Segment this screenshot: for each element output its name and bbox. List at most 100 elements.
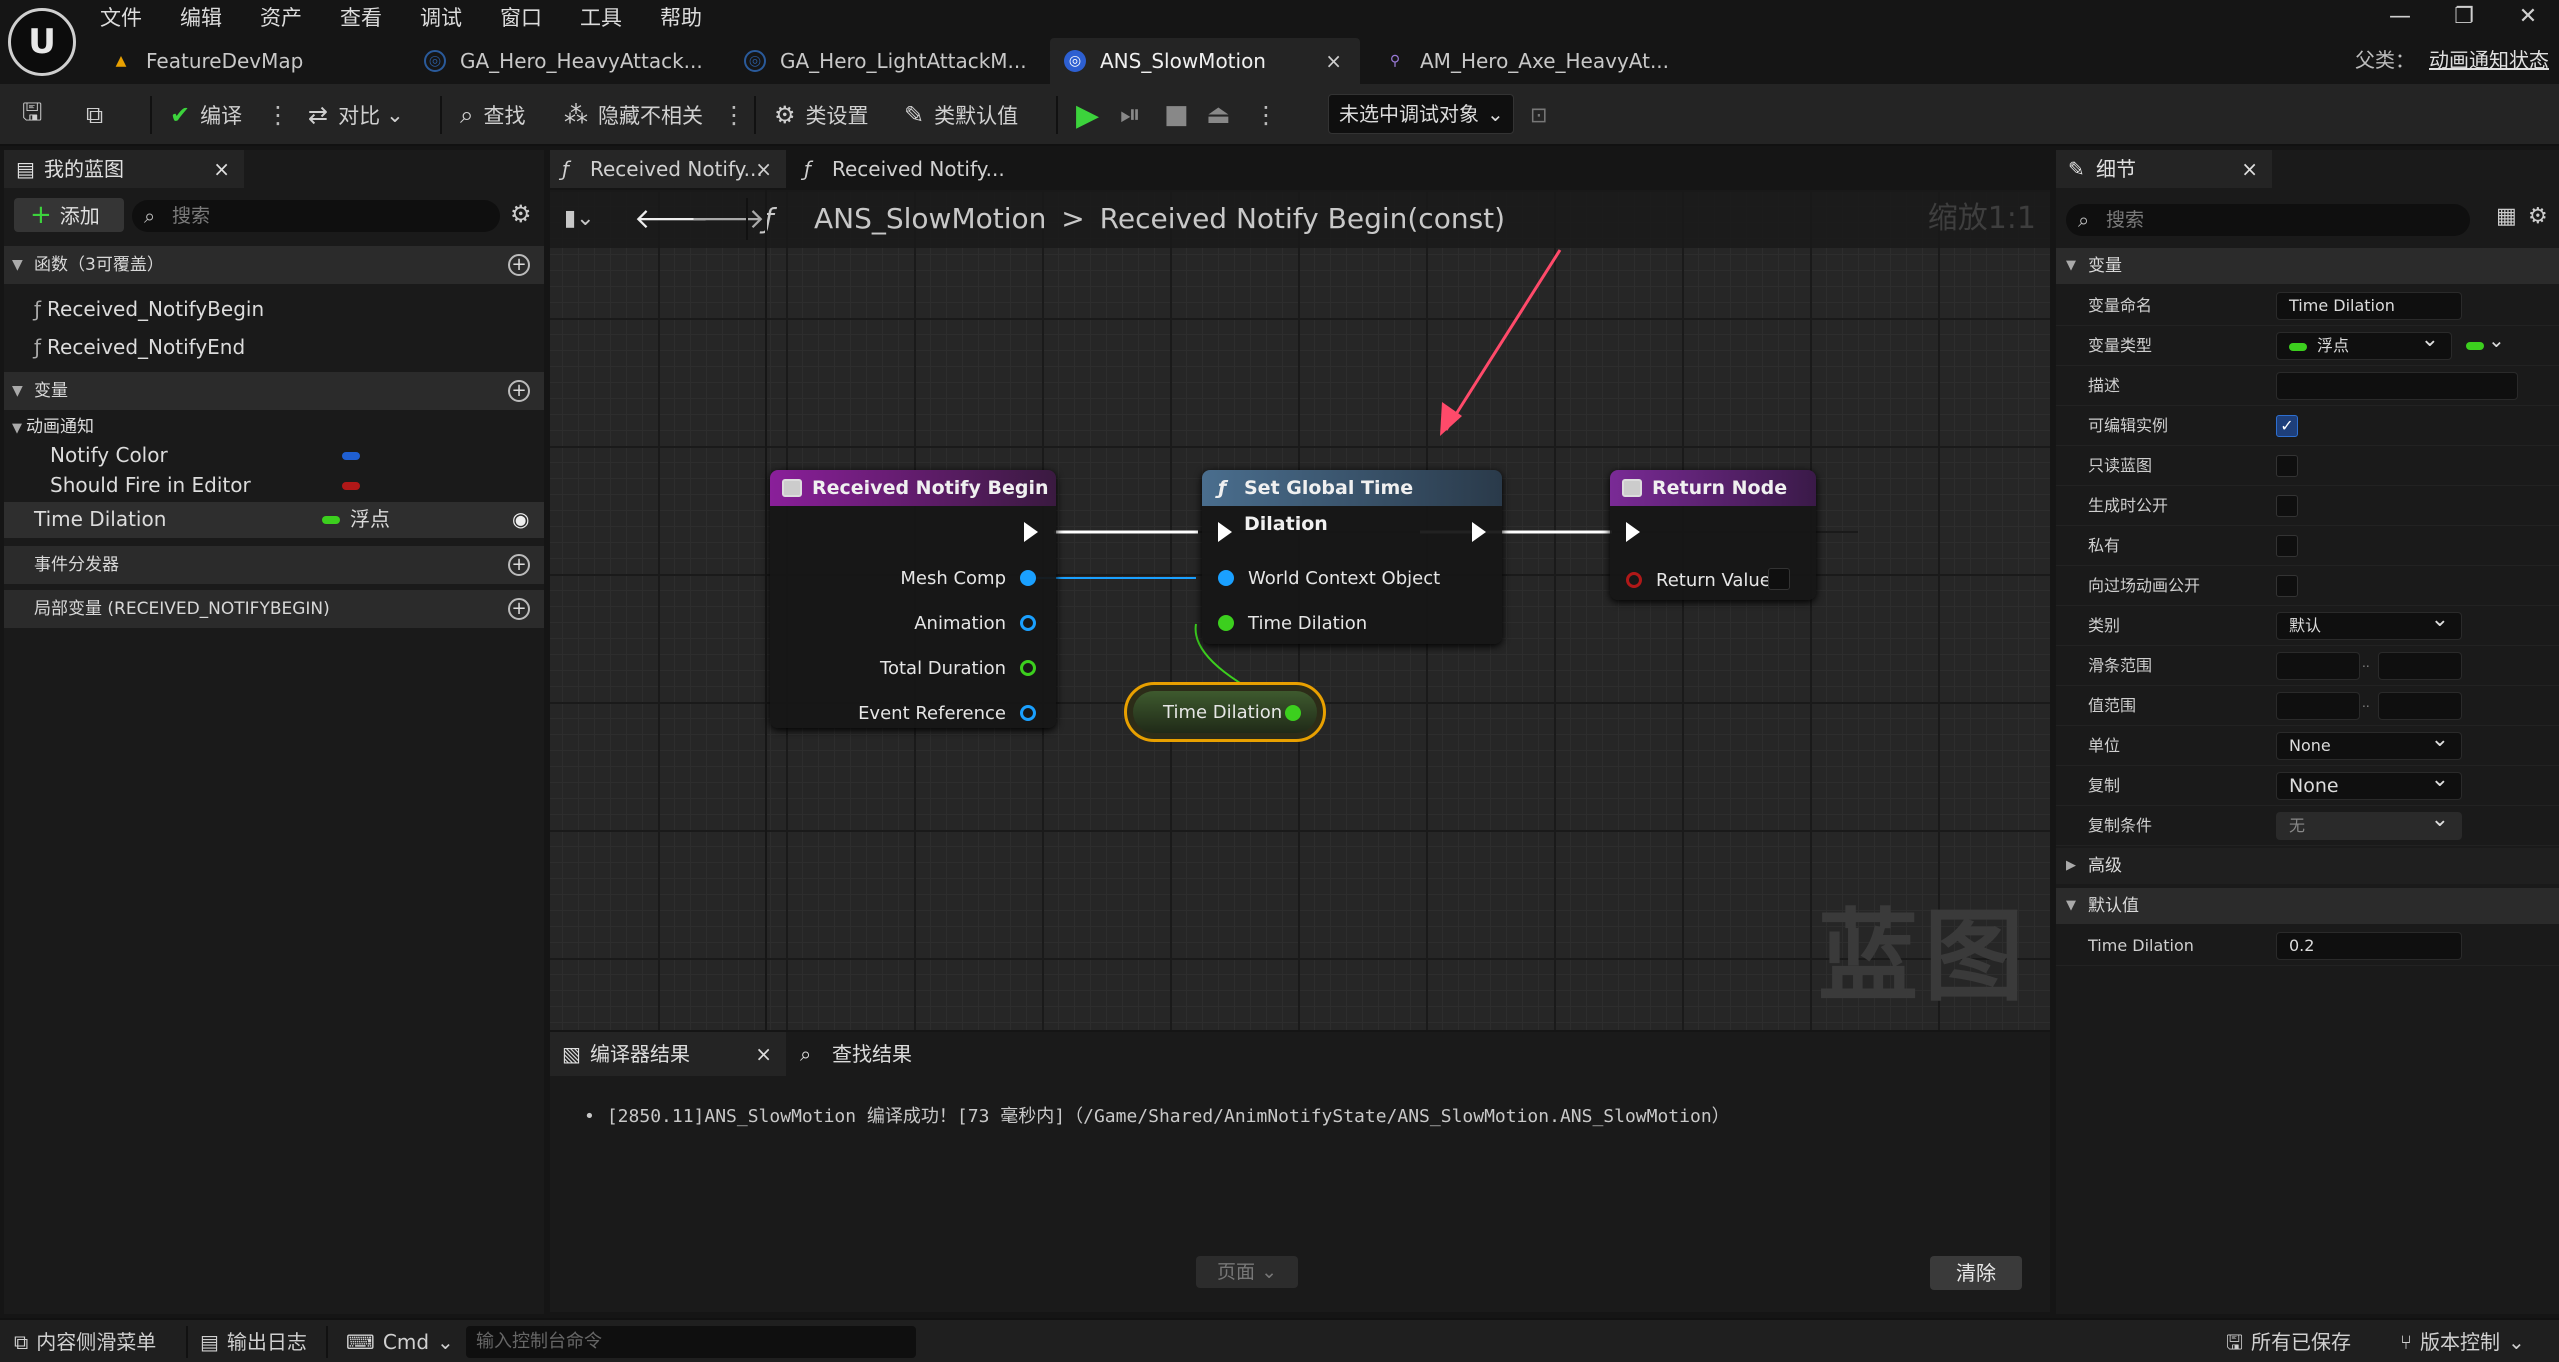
float-pin[interactable] bbox=[1020, 660, 1036, 676]
expose-on-spawn-checkbox[interactable] bbox=[2276, 495, 2298, 517]
clear-button[interactable]: 清除 bbox=[1930, 1256, 2022, 1290]
stop-icon[interactable]: ■ bbox=[1164, 96, 1189, 134]
blueprint-readonly-checkbox[interactable] bbox=[2276, 455, 2298, 477]
replication-condition-dropdown[interactable]: 无 bbox=[2276, 807, 2462, 840]
private-checkbox[interactable] bbox=[2276, 535, 2298, 557]
compile-button[interactable]: ✔ 编译 bbox=[170, 96, 242, 134]
close-tab-icon[interactable]: × bbox=[755, 150, 772, 188]
tab-ga-hero-heavyattack[interactable]: ◎ GA_Hero_HeavyAttack... bbox=[410, 38, 717, 84]
section-variable[interactable]: ▼ 变量 bbox=[2056, 248, 2559, 284]
variable-item-time-dilation[interactable]: Time Dilation 浮点 ◉ bbox=[4, 502, 544, 538]
close-tab-icon[interactable]: × bbox=[1325, 49, 1342, 73]
page-dropdown[interactable]: 页面 ⌄ bbox=[1196, 1256, 1298, 1288]
node-get-time-dilation[interactable]: Time Dilation bbox=[1124, 682, 1326, 742]
variable-type-dropdown[interactable]: 浮点 bbox=[2276, 327, 2452, 360]
slider-range-min[interactable] bbox=[2276, 652, 2360, 680]
float-pin[interactable] bbox=[1218, 615, 1234, 631]
cmd-dropdown[interactable]: ⌨ Cmd ⌄ bbox=[346, 1320, 454, 1362]
diff-button[interactable]: ⇄ 对比 ⌄ bbox=[308, 96, 404, 134]
gear-icon[interactable]: ⚙ bbox=[2528, 204, 2548, 229]
find-button[interactable]: ⌕ 查找 bbox=[460, 96, 525, 134]
minimize-icon[interactable]: — bbox=[2380, 2, 2420, 32]
close-tab-icon[interactable]: × bbox=[213, 150, 230, 188]
return-value-checkbox[interactable] bbox=[1768, 568, 1790, 590]
menu-window[interactable]: 窗口 bbox=[500, 0, 542, 34]
debug-target-dropdown[interactable]: 未选中调试对象 ⌄ bbox=[1328, 94, 1514, 134]
step-icon[interactable]: ⏯ bbox=[1120, 96, 1141, 134]
play-icon[interactable]: ▶ bbox=[1076, 96, 1099, 134]
compile-options-icon[interactable]: ⋮ bbox=[266, 96, 290, 134]
tab-ans-slowmotion[interactable]: ◎ ANS_SlowMotion × bbox=[1050, 38, 1360, 84]
menu-tools[interactable]: 工具 bbox=[580, 0, 622, 34]
restore-icon[interactable]: ❐ bbox=[2444, 2, 2484, 32]
instance-editable-checkbox[interactable]: ✓ bbox=[2276, 415, 2298, 437]
variable-item[interactable]: Notify Color bbox=[50, 440, 168, 470]
tab-am-hero-axe[interactable]: ⚲ AM_Hero_Axe_HeavyAt... bbox=[1370, 38, 1683, 84]
exec-in-pin[interactable] bbox=[1218, 522, 1232, 542]
section-event-dispatchers[interactable]: 事件分发器 + bbox=[4, 546, 544, 584]
float-pin[interactable] bbox=[1285, 705, 1301, 721]
node-return[interactable]: Return Node Return Value bbox=[1610, 470, 1816, 600]
units-dropdown[interactable]: None bbox=[2276, 727, 2462, 760]
exec-in-pin[interactable] bbox=[1626, 522, 1640, 542]
search-input[interactable]: ⌕ 搜索 bbox=[132, 200, 500, 232]
close-tab-icon[interactable]: × bbox=[2241, 150, 2258, 188]
section-default-value[interactable]: ▼ 默认值 bbox=[2056, 888, 2559, 924]
node-received-notify-begin[interactable]: Received Notify Begin Mesh Comp Animatio… bbox=[770, 470, 1056, 728]
tab-details[interactable]: ✎ 细节 × bbox=[2056, 150, 2272, 188]
category-dropdown[interactable]: 默认 bbox=[2276, 607, 2462, 640]
browse-button[interactable]: ⧉ bbox=[86, 96, 113, 134]
description-field[interactable] bbox=[2276, 372, 2518, 400]
content-drawer-button[interactable]: ⧉ 内容侧滑菜单 bbox=[14, 1320, 156, 1362]
gear-icon[interactable]: ⚙ bbox=[510, 200, 532, 228]
table-view-icon[interactable]: ▦ bbox=[2496, 204, 2517, 229]
bool-pin[interactable] bbox=[1626, 572, 1642, 588]
unreal-logo-icon[interactable]: U bbox=[8, 8, 76, 76]
hide-unrelated-button[interactable]: ⁂ 隐藏不相关 bbox=[564, 96, 703, 134]
struct-pin[interactable] bbox=[1020, 705, 1036, 721]
console-command-input[interactable]: 输入控制台命令 bbox=[466, 1326, 916, 1358]
section-functions[interactable]: ▼ 函数（3可覆盖） + bbox=[4, 246, 544, 284]
close-window-icon[interactable]: ✕ bbox=[2508, 2, 2548, 32]
source-control-button[interactable]: ⑂ 版本控制 ⌄ bbox=[2400, 1320, 2525, 1362]
tab-received-notify-begin[interactable]: ƒ Received Notify... × bbox=[550, 150, 786, 188]
slider-range-max[interactable] bbox=[2378, 652, 2462, 680]
object-pin[interactable] bbox=[1020, 570, 1036, 586]
default-value-field[interactable]: 0.2 bbox=[2276, 932, 2462, 960]
node-set-global-time-dilation[interactable]: ƒ Set Global Time Dilation World Context … bbox=[1202, 470, 1502, 644]
menu-edit[interactable]: 编辑 bbox=[180, 0, 222, 34]
object-pin[interactable] bbox=[1020, 615, 1036, 631]
menu-debug[interactable]: 调试 bbox=[420, 0, 462, 34]
parent-class-link[interactable]: 动画通知状态 bbox=[2429, 48, 2549, 72]
save-button[interactable]: 🖫 bbox=[22, 96, 52, 134]
class-settings-button[interactable]: ⚙ 类设置 bbox=[774, 96, 869, 134]
section-local-variables[interactable]: 局部变量 (RECEIVED_NOTIFYBEGIN) + bbox=[4, 590, 544, 628]
output-log-button[interactable]: ▤ 输出日志 bbox=[200, 1320, 307, 1362]
variable-item[interactable]: Should Fire in Editor bbox=[50, 470, 251, 500]
menu-file[interactable]: 文件 bbox=[100, 0, 142, 34]
tab-my-blueprint[interactable]: ▤ 我的蓝图 × bbox=[4, 150, 244, 188]
details-search-input[interactable]: ⌕ 搜索 bbox=[2066, 204, 2470, 236]
function-item[interactable]: ƒ Received_NotifyBegin bbox=[34, 294, 264, 324]
tab-ga-hero-lightattack[interactable]: ◎ GA_Hero_LightAttackM... bbox=[730, 38, 1041, 84]
graph-editor[interactable]: ▮⌄ 🡐 🡒 ƒ ANS_SlowMotion > Received Notif… bbox=[550, 190, 2050, 1030]
exec-out-pin[interactable] bbox=[1472, 522, 1486, 542]
object-pin[interactable] bbox=[1218, 570, 1234, 586]
menu-view[interactable]: 查看 bbox=[340, 0, 382, 34]
class-defaults-button[interactable]: ✎ 类默认值 bbox=[904, 96, 1018, 134]
replication-dropdown[interactable]: None bbox=[2276, 767, 2462, 800]
add-function-icon[interactable]: + bbox=[508, 254, 530, 276]
tab-received-notify-end[interactable]: ƒ Received Notify... bbox=[792, 150, 1028, 188]
container-type-pill[interactable] bbox=[2466, 342, 2484, 350]
debug-filter-icon[interactable]: ⊡ bbox=[1530, 96, 1548, 134]
add-dispatcher-icon[interactable]: + bbox=[508, 554, 530, 576]
menu-asset[interactable]: 资产 bbox=[260, 0, 302, 34]
expose-to-cinematics-checkbox[interactable] bbox=[2276, 575, 2298, 597]
menu-help[interactable]: 帮助 bbox=[660, 0, 702, 34]
exec-out-pin[interactable] bbox=[1024, 522, 1038, 542]
add-button[interactable]: + 添加 bbox=[14, 198, 124, 232]
function-item[interactable]: ƒ Received_NotifyEnd bbox=[34, 332, 245, 362]
value-range-max[interactable] bbox=[2378, 692, 2462, 720]
add-local-variable-icon[interactable]: + bbox=[508, 598, 530, 620]
eject-icon[interactable]: ⏏ bbox=[1206, 96, 1231, 134]
